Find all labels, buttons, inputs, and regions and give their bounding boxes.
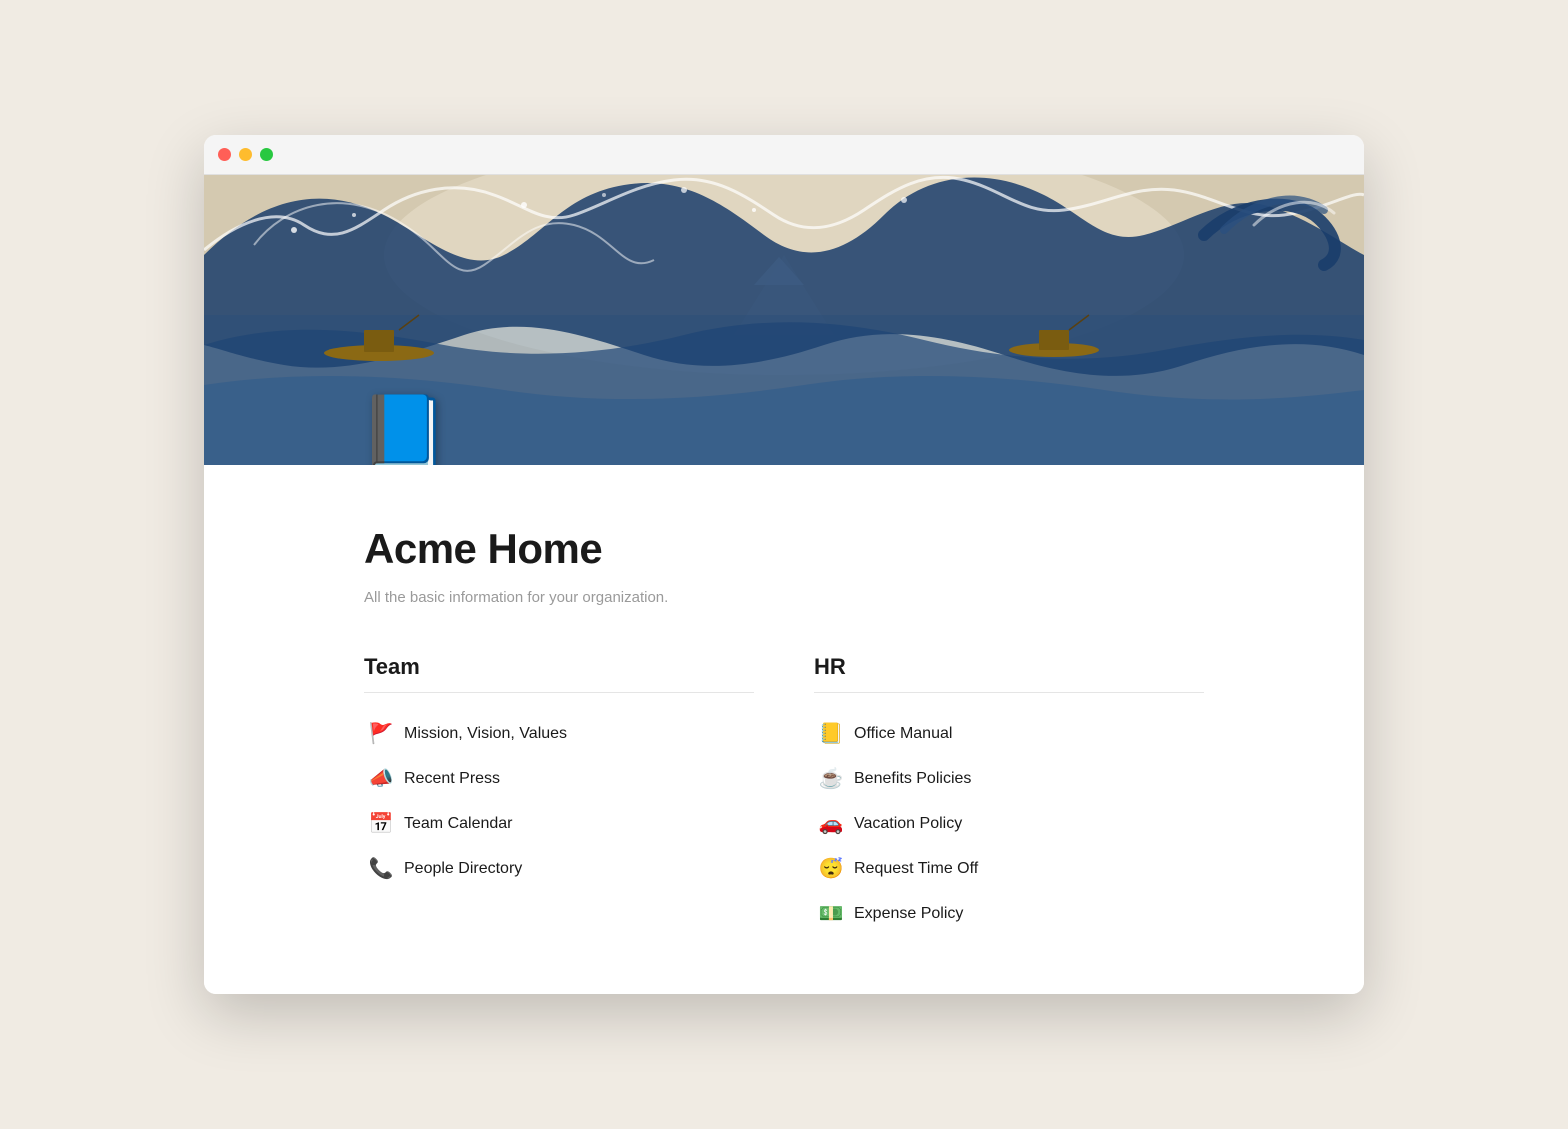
- directory-label: People Directory: [404, 860, 522, 878]
- press-icon: 📣: [368, 766, 394, 791]
- hero-banner: 📘: [204, 175, 1364, 465]
- vacation-label: Vacation Policy: [854, 815, 962, 833]
- manual-icon: 📒: [818, 721, 844, 746]
- team-link-list: 🚩 Mission, Vision, Values 📣 Recent Press…: [364, 713, 754, 889]
- wave-container: 📘: [204, 175, 1364, 465]
- list-item[interactable]: 📒 Office Manual: [814, 713, 1204, 754]
- list-item[interactable]: 💵 Expense Policy: [814, 893, 1204, 934]
- team-column: Team 🚩 Mission, Vision, Values 📣 Recent …: [364, 654, 754, 934]
- manual-label: Office Manual: [854, 725, 952, 743]
- content-area: Acme Home All the basic information for …: [204, 465, 1364, 994]
- team-heading: Team: [364, 654, 754, 693]
- mission-icon: 🚩: [368, 721, 394, 746]
- calendar-icon: 📅: [368, 811, 394, 836]
- list-item[interactable]: 🚩 Mission, Vision, Values: [364, 713, 754, 754]
- hr-column: HR 📒 Office Manual ☕ Benefits Policies 🚗…: [814, 654, 1204, 934]
- press-label: Recent Press: [404, 770, 500, 788]
- timeoff-label: Request Time Off: [854, 860, 978, 878]
- timeoff-icon: 😴: [818, 856, 844, 881]
- list-item[interactable]: ☕ Benefits Policies: [814, 758, 1204, 799]
- benefits-label: Benefits Policies: [854, 770, 971, 788]
- close-button[interactable]: [218, 148, 231, 161]
- directory-icon: 📞: [368, 856, 394, 881]
- list-item[interactable]: 😴 Request Time Off: [814, 848, 1204, 889]
- hr-heading: HR: [814, 654, 1204, 693]
- calendar-label: Team Calendar: [404, 815, 513, 833]
- maximize-button[interactable]: [260, 148, 273, 161]
- list-item[interactable]: 📞 People Directory: [364, 848, 754, 889]
- book-emoji: 📘: [359, 390, 449, 465]
- minimize-button[interactable]: [239, 148, 252, 161]
- vacation-icon: 🚗: [818, 811, 844, 836]
- benefits-icon: ☕: [818, 766, 844, 791]
- list-item[interactable]: 🚗 Vacation Policy: [814, 803, 1204, 844]
- page-subtitle: All the basic information for your organ…: [364, 589, 1204, 606]
- expense-label: Expense Policy: [854, 905, 963, 923]
- page-title: Acme Home: [364, 525, 1204, 573]
- mission-label: Mission, Vision, Values: [404, 725, 567, 743]
- hr-link-list: 📒 Office Manual ☕ Benefits Policies 🚗 Va…: [814, 713, 1204, 934]
- list-item[interactable]: 📣 Recent Press: [364, 758, 754, 799]
- app-window: 📘 Acme Home All the basic information fo…: [204, 135, 1364, 994]
- list-item[interactable]: 📅 Team Calendar: [364, 803, 754, 844]
- title-bar: [204, 135, 1364, 175]
- expense-icon: 💵: [818, 901, 844, 926]
- two-column-layout: Team 🚩 Mission, Vision, Values 📣 Recent …: [364, 654, 1204, 934]
